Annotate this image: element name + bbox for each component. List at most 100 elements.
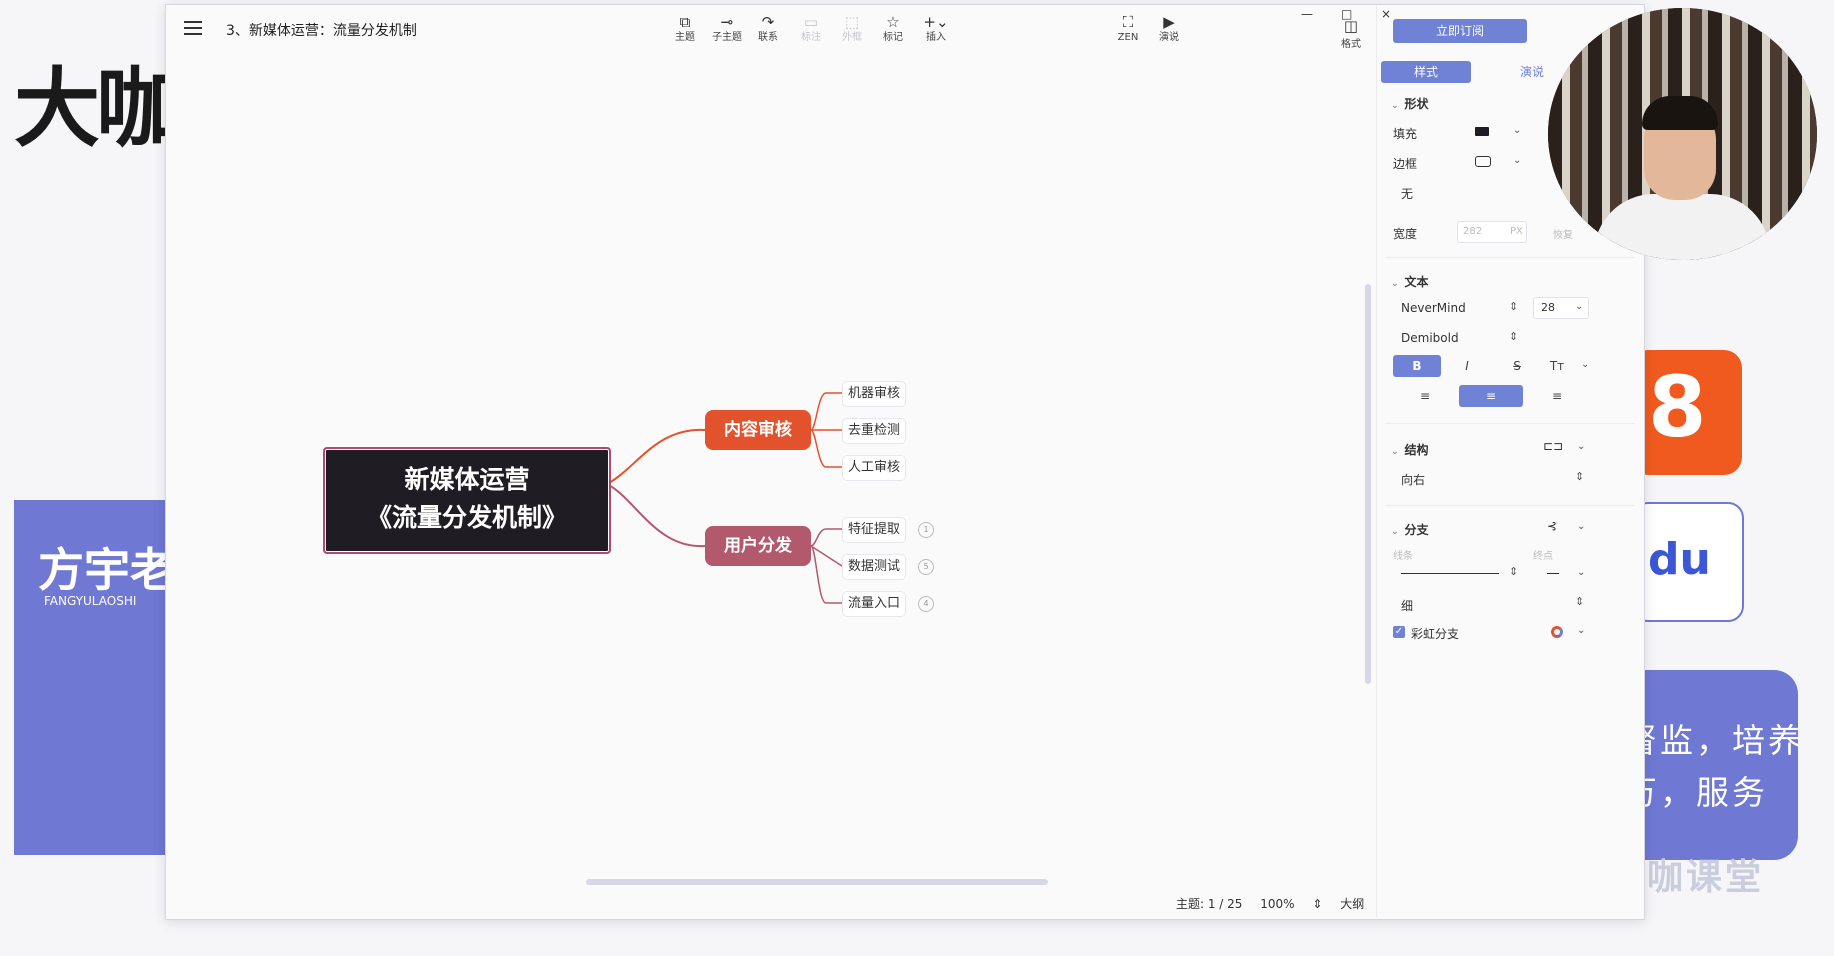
italic-button[interactable]: I	[1443, 355, 1491, 377]
fill-dropdown-chevron-icon[interactable]: ⌄	[1513, 125, 1521, 136]
presenter-name: 方宇老	[38, 543, 176, 597]
branch-section-title: 分支	[1404, 523, 1429, 537]
branch-section-header[interactable]: ⌄ 分支	[1391, 521, 1429, 538]
topic-icon: ⧉	[679, 13, 691, 31]
format-toggle[interactable]: ◫ 格式	[1327, 17, 1375, 50]
presenter-card: 方宇老 FANGYULAOSHI	[14, 500, 184, 855]
priority-badge[interactable]: 1	[918, 522, 934, 538]
width-unit: PX	[1510, 226, 1523, 237]
toolbar-button-2[interactable]: ↷ 联系	[744, 13, 792, 45]
rainbow-branch-checkbox[interactable]: ✓	[1393, 626, 1405, 638]
kuaishou-glyph: 8	[1648, 358, 1707, 456]
collapse-chevron-icon: ⌄	[1391, 447, 1399, 457]
presenter-pinyin: FANGYULAOSHI	[44, 594, 137, 608]
tab-style[interactable]: 样式	[1381, 61, 1471, 83]
document-title: 3、新媒体运营：流量分发机制	[226, 23, 417, 39]
text-case-button[interactable]: Tт	[1537, 355, 1577, 377]
font-size-chevron-icon[interactable]: ⌄	[1575, 301, 1583, 312]
structure-chevron-icon[interactable]: ⌄	[1577, 441, 1585, 452]
subtopic[interactable]: 人工审核	[842, 455, 907, 481]
strikethrough-button[interactable]: S	[1493, 355, 1541, 377]
line-style-preview[interactable]	[1401, 573, 1499, 574]
toolbar-label: 主题	[675, 32, 695, 43]
status-bar: 主题: 1 / 25 100% ⇕ 大纲	[1176, 895, 1378, 912]
minimize-icon[interactable]: —	[1301, 7, 1313, 21]
format-label: 格式	[1341, 39, 1361, 50]
branch-chevron-icon[interactable]: ⌄	[1577, 521, 1585, 532]
subscribe-button[interactable]: 立即订阅	[1393, 19, 1527, 43]
structure-direction-select[interactable]: 向右	[1401, 471, 1425, 488]
main-topic-user-distribution[interactable]: 用户分发	[705, 526, 811, 566]
banner-line-1: 督监，培养	[1624, 721, 1804, 760]
width-value: 282	[1463, 226, 1483, 237]
subtopic[interactable]: 数据测试	[842, 554, 907, 580]
toolbar: 3、新媒体运营：流量分发机制 ⧉ 主题 ⊸ 子主题 ↷ 联系 ▭ 标注 ⬚ 外框 ☆ 标记 +⌄ 插入 ⛶ Z…	[166, 5, 1376, 59]
width-label: 宽度	[1393, 227, 1418, 241]
central-topic-line-1: 新媒体运营	[404, 465, 530, 494]
subtopic[interactable]: 机器审核	[842, 381, 907, 407]
main-topic-content-review[interactable]: 内容审核	[705, 410, 811, 450]
endpoint-style-preview[interactable]	[1547, 573, 1559, 574]
fill-color-swatch[interactable]	[1475, 127, 1489, 136]
vertical-scrollbar[interactable]	[1365, 284, 1371, 684]
align-left-icon[interactable]: ≡	[1393, 385, 1457, 407]
mindmap-app-window: 3、新媒体运营：流量分发机制 ⧉ 主题 ⊸ 子主题 ↷ 联系 ▭ 标注 ⬚ 外框 ☆ 标记 +⌄ 插入 ⛶ Z…	[165, 4, 1645, 920]
maximize-icon[interactable]: □	[1341, 7, 1352, 21]
priority-badge[interactable]: 5	[918, 559, 934, 575]
banner-line-2: 万，服务	[1624, 773, 1768, 812]
subtopic[interactable]: 特征提取	[842, 517, 907, 543]
toolbar-button-5[interactable]: ☆ 标记	[869, 13, 917, 45]
structure-section-header[interactable]: ⌄ 结构	[1391, 441, 1429, 458]
text-case-chevron-icon[interactable]: ⌄	[1581, 359, 1589, 370]
close-icon[interactable]: ×	[1381, 7, 1391, 21]
font-weight-select[interactable]: Demibold	[1401, 331, 1459, 345]
structure-map-icon[interactable]: ⊏⊐	[1543, 439, 1563, 453]
priority-badge[interactable]: 4	[918, 596, 934, 612]
horizontal-scrollbar[interactable]	[586, 879, 1048, 885]
hamburger-menu-icon[interactable]	[184, 21, 202, 35]
rainbow-chevron-icon[interactable]: ⌄	[1577, 625, 1585, 636]
marker-star-icon: ☆	[886, 13, 900, 31]
align-center-icon[interactable]: ≡	[1459, 385, 1523, 407]
mindmap-canvas[interactable]: 新媒体运营 《流量分发机制》 内容审核 用户分发 机器审核 去重检测 人工审核 …	[166, 59, 1376, 917]
shape-section-header[interactable]: ⌄ 形状	[1391, 95, 1429, 112]
toolbar-button-0[interactable]: ⧉ 主题	[661, 13, 709, 45]
border-label: 边框	[1393, 157, 1418, 171]
align-right-icon[interactable]: ≡	[1525, 385, 1589, 407]
line-style-stepper-icon[interactable]: ⇕	[1509, 565, 1518, 578]
collapse-chevron-icon: ⌄	[1391, 279, 1399, 289]
border-dropdown-chevron-icon[interactable]: ⌄	[1513, 155, 1521, 166]
zoom-level[interactable]: 100%	[1260, 897, 1294, 911]
border-style-icon[interactable]	[1475, 156, 1491, 167]
text-section-header[interactable]: ⌄ 文本	[1391, 273, 1429, 290]
shape-section-title: 形状	[1404, 97, 1429, 111]
subtopic[interactable]: 流量入口	[842, 591, 907, 617]
baidu-glyph: du	[1648, 534, 1711, 585]
bold-button[interactable]: B	[1393, 355, 1441, 377]
thickness-stepper-icon[interactable]: ⇕	[1575, 595, 1584, 608]
toolbar-label: 联系	[758, 32, 778, 43]
outline-toggle[interactable]: 大纲	[1340, 897, 1364, 911]
toolbar-button-6[interactable]: +⌄ 插入	[912, 13, 960, 45]
subtopic[interactable]: 去重检测	[842, 418, 907, 444]
branch-style-icon[interactable]: ⊰	[1547, 519, 1557, 533]
baidu-app-icon: du	[1632, 502, 1744, 622]
structure-stepper-icon[interactable]: ⇕	[1575, 470, 1584, 483]
toolbar-button-8[interactable]: ▶ 演说	[1145, 13, 1193, 45]
border-value[interactable]: 无	[1401, 185, 1413, 202]
toolbar-label: 演说	[1159, 32, 1179, 43]
font-family-stepper-icon[interactable]: ⇕	[1509, 300, 1518, 313]
central-topic[interactable]: 新媒体运营 《流量分发机制》	[323, 447, 611, 554]
rainbow-color-icon[interactable]	[1551, 626, 1563, 638]
presenter-hair	[1642, 96, 1718, 130]
line-thickness-select[interactable]: 细	[1401, 597, 1413, 614]
font-weight-stepper-icon[interactable]: ⇕	[1509, 330, 1518, 343]
font-size-value: 28	[1541, 301, 1555, 314]
collapse-chevron-icon: ⌄	[1391, 101, 1399, 111]
font-family-select[interactable]: NeverMind	[1401, 301, 1466, 315]
zoom-stepper-icon[interactable]: ⇕	[1312, 897, 1322, 911]
endpoint-chevron-icon[interactable]: ⌄	[1577, 567, 1585, 578]
divider	[1385, 505, 1635, 506]
insert-plus-icon: +⌄	[923, 13, 949, 31]
central-topic-line-2: 《流量分发机制》	[366, 503, 567, 532]
